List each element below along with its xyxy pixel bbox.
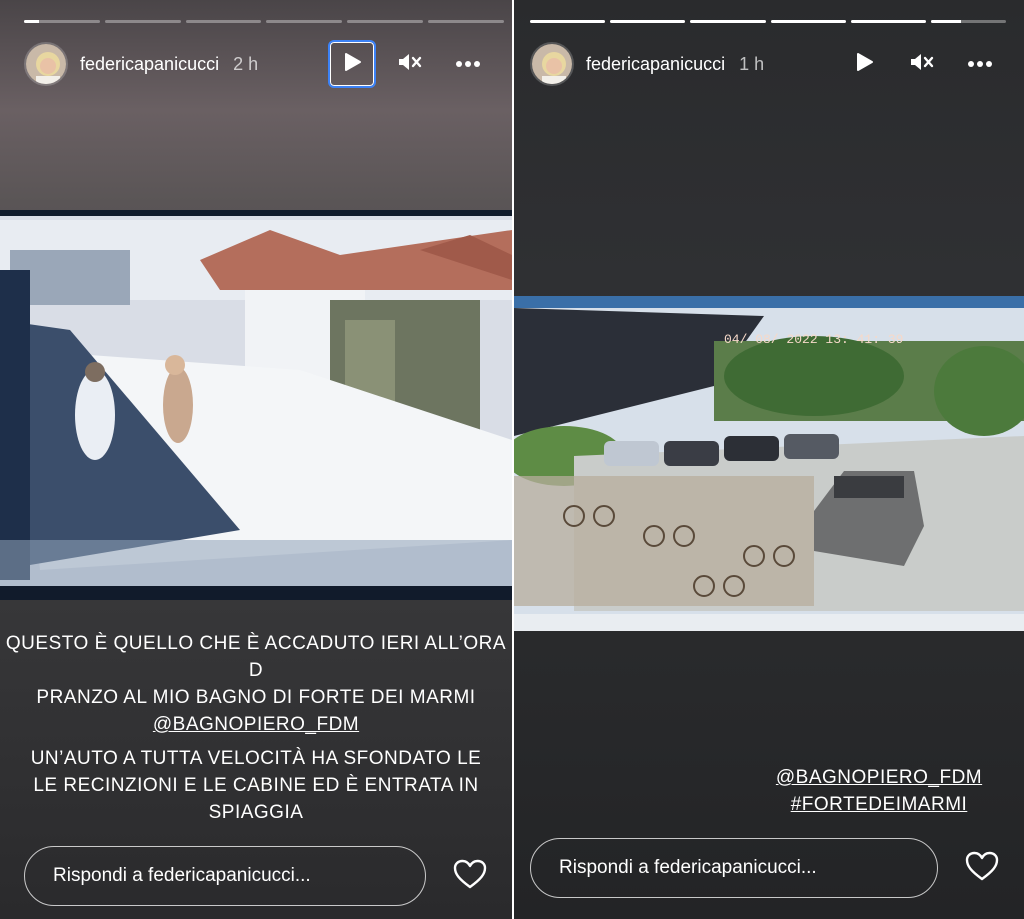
post-time: 1 h (739, 53, 765, 74)
like-button[interactable] (960, 846, 1004, 890)
progress-bar (24, 20, 504, 23)
story-right[interactable]: federicapanicucci 1 h 04/ 08/ 2022 13: 4… (514, 0, 1024, 919)
progress-segment (530, 20, 606, 23)
play-icon (341, 51, 363, 78)
more-icon (455, 55, 481, 73)
progress-segment (610, 20, 686, 23)
mute-button[interactable] (898, 40, 946, 88)
play-button[interactable] (328, 40, 376, 88)
story-video[interactable] (0, 210, 512, 600)
progress-segment (690, 20, 766, 23)
story-tags: @BAGNOPIERO_FDM #FORTEDEIMARMI (754, 764, 1004, 818)
story-video[interactable]: 04/ 08/ 2022 13: 41: 39 (514, 296, 1024, 631)
caption-line: PRANZO AL MIO BAGNO DI FORTE DEI MARMI (36, 687, 476, 708)
progress-segment (770, 20, 846, 23)
camera-timestamp: 04/ 08/ 2022 13: 41: 39 (724, 332, 903, 347)
progress-segment (104, 20, 181, 23)
hashtag-link[interactable]: #FORTEDEIMARMI (754, 791, 1004, 818)
caption-line: SPIAGGIA (208, 802, 304, 823)
progress-segment (266, 20, 343, 23)
more-button[interactable] (444, 40, 492, 88)
avatar[interactable] (24, 42, 68, 86)
post-time: 2 h (233, 53, 259, 74)
story-caption: QUESTO È QUELLO CHE È ACCADUTO IERI ALL’… (0, 630, 512, 738)
caption-line: QUESTO È QUELLO CHE È ACCADUTO IERI ALL’… (5, 633, 507, 681)
progress-segment (24, 20, 100, 23)
more-button[interactable] (956, 40, 1004, 88)
mute-button[interactable] (386, 40, 434, 88)
username[interactable]: federicapanicucci (80, 54, 219, 75)
progress-bar (530, 20, 1007, 23)
play-icon (853, 51, 875, 78)
avatar[interactable] (530, 42, 574, 86)
reply-input[interactable]: Rispondi a federicapanicucci... (24, 846, 426, 906)
progress-segment (347, 20, 424, 23)
progress-segment (185, 20, 262, 23)
story-caption: UN’AUTO A TUTTA VELOCITÀ HA SFONDATO LE … (0, 745, 512, 826)
mention-link[interactable]: @BAGNOPIERO_FDM (0, 711, 512, 738)
play-button[interactable] (840, 40, 888, 88)
mention-link[interactable]: @BAGNOPIERO_FDM (754, 764, 1004, 791)
mute-icon (909, 51, 935, 78)
story-header: federicapanicucci 1 h (530, 42, 1004, 86)
like-button[interactable] (448, 854, 492, 898)
heart-icon (965, 851, 999, 886)
progress-segment (930, 20, 1007, 23)
story-header: federicapanicucci 2 h (24, 40, 492, 88)
heart-icon (453, 859, 487, 894)
username[interactable]: federicapanicucci (586, 54, 725, 75)
progress-segment (428, 20, 504, 23)
mute-icon (397, 51, 423, 78)
reply-input[interactable]: Rispondi a federicapanicucci... (530, 838, 938, 898)
caption-line: UN’AUTO A TUTTA VELOCITÀ HA SFONDATO LE (30, 748, 482, 769)
story-left[interactable]: federicapanicucci 2 h QUESTO È QUELLO CH… (0, 0, 512, 919)
more-icon (967, 55, 993, 73)
caption-line: LE RECINZIONI E LE CABINE ED È ENTRATA I… (33, 775, 479, 796)
progress-segment (850, 20, 926, 23)
